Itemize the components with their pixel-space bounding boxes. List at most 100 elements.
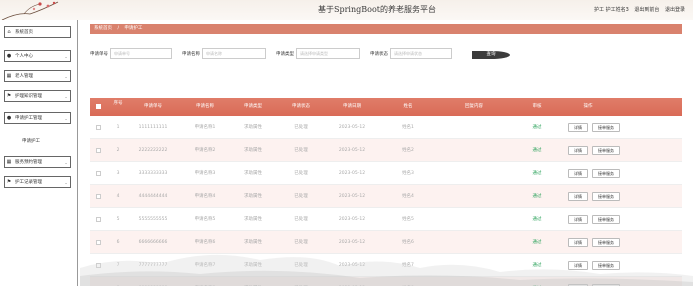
row-checkbox[interactable]: [96, 240, 101, 245]
cell-reply: [438, 277, 510, 286]
select-all-checkbox[interactable]: [96, 104, 101, 109]
cell-person: 姓名3: [402, 171, 414, 176]
breadcrumb-home[interactable]: 系统首页: [94, 26, 112, 31]
column-header-reply[interactable]: 回复内容: [438, 98, 510, 116]
cell-name: 申请名称4: [194, 194, 216, 199]
detail-button[interactable]: 详情: [568, 146, 588, 155]
search-input-code[interactable]: 申请单号: [110, 48, 172, 59]
home-icon: ⌂: [7, 29, 11, 35]
breadcrumb-separator: /: [117, 26, 119, 31]
search-button[interactable]: 查询: [472, 51, 510, 59]
column-header-name[interactable]: 申请名称: [182, 98, 228, 116]
flag-icon: ⚑: [6, 179, 12, 185]
cell-type: 求助属性: [244, 125, 262, 130]
accept-service-button[interactable]: 接单服务: [592, 146, 620, 155]
exit-to-front-link[interactable]: 退出到前台: [634, 7, 659, 13]
person-icon: ●: [6, 115, 12, 121]
sidebar-item-3[interactable]: ▦ 老人管理 ⌄: [4, 70, 71, 82]
column-header-type[interactable]: 申请类型: [230, 98, 276, 116]
cell-no: 5: [116, 217, 120, 222]
sidebar-item-4[interactable]: ⚑ 护理知识管理 ⌄: [4, 90, 71, 102]
table-row[interactable]: 5 5555555555 申请名称5 求助属性 已处理 2023-05-12 姓名5 通过 详情…: [90, 208, 682, 231]
cell-no: 1: [116, 125, 120, 130]
cell-audit: 通过: [532, 171, 542, 176]
cell-no: 4: [116, 194, 120, 199]
detail-button[interactable]: 详情: [568, 215, 588, 224]
cell-date: 2023-05-12: [338, 263, 366, 268]
sidebar-item-5[interactable]: ● 申请护工管理 ⌄: [4, 112, 71, 124]
accept-service-button[interactable]: 接单服务: [592, 238, 620, 247]
table-row[interactable]: 1 1111111111 申请名称1 求助属性 已处理 2023-05-12 姓名1 通过 详情…: [90, 116, 682, 139]
row-checkbox[interactable]: [96, 148, 101, 153]
accept-service-button[interactable]: 接单服务: [592, 169, 620, 178]
column-header-person[interactable]: 姓名: [380, 98, 436, 116]
row-checkbox[interactable]: [96, 125, 101, 130]
cell-no: 2: [116, 148, 120, 153]
cell-no: 7: [116, 263, 120, 268]
accept-service-button[interactable]: 接单服务: [592, 123, 620, 132]
sidebar-item-2[interactable]: ● 个人中心 ⌄: [4, 50, 71, 62]
sidebar-item-7[interactable]: ⚑ 护工记录管理 ⌄: [4, 176, 71, 188]
sidebar-item-label: 老人管理: [15, 74, 33, 79]
table-row[interactable]: 7 7777777777 申请名称7 求助属性 已处理 2023-05-12 姓名7 通过 详情…: [90, 254, 682, 277]
sidebar: ⌂ 系统首页 ● 个人中心 ⌄ ▦ 老人管理 ⌄ ⚑ 护理知识管理 ⌄ ● 申请护工管理 ⌄ ▦ 服务预约管理…: [0, 20, 78, 286]
cell-date: 2023-05-12: [338, 125, 366, 130]
cell-name: 申请名称2: [194, 148, 216, 153]
table-row[interactable]: 6 6666666666 申请名称6 求助属性 已处理 2023-05-12 姓名6 通过 详情…: [90, 231, 682, 254]
cell-state: 已处理: [278, 277, 324, 286]
cell-name: 申请名称7: [194, 263, 216, 268]
table-row[interactable]: 4 4444444444 申请名称4 求助属性 已处理 2023-05-12 姓名4 通过 详情…: [90, 185, 682, 208]
chevron-down-icon: ⌄: [64, 115, 68, 121]
grid-icon: ▦: [6, 73, 12, 79]
accept-service-button[interactable]: 接单服务: [592, 215, 620, 224]
table-row[interactable]: 2 2222222222 申请名称2 求助属性 已处理 2023-05-12 姓名2 通过 详情…: [90, 139, 682, 162]
search-select-state[interactable]: 请选择申请状态: [390, 48, 452, 59]
row-checkbox[interactable]: [96, 194, 101, 199]
column-header-state[interactable]: 申请状态: [278, 98, 324, 116]
search-input-name[interactable]: 申请名称: [202, 48, 266, 59]
chevron-down-icon: ⌄: [64, 53, 68, 59]
row-checkbox[interactable]: [96, 263, 101, 268]
detail-button[interactable]: 详情: [568, 123, 588, 132]
cell-audit: 通过: [532, 125, 542, 130]
cell-person: 姓名5: [402, 217, 414, 222]
chevron-down-icon: ⌄: [64, 93, 68, 99]
person-icon: ●: [6, 53, 12, 59]
cell-audit: 通过: [532, 217, 542, 222]
search-label-state: 申请状态: [370, 51, 388, 57]
search-select-type[interactable]: 请选择申请类型: [296, 48, 360, 59]
sidebar-subitem-apply-caregiver[interactable]: 申请护工: [22, 138, 40, 144]
sidebar-item-1[interactable]: ⌂ 系统首页: [4, 26, 71, 38]
column-header-code[interactable]: 申请单号: [126, 98, 180, 116]
chevron-down-icon: ⌄: [64, 73, 68, 79]
sidebar-item-label: 个人中心: [15, 54, 33, 59]
column-header-audit[interactable]: 审核: [514, 98, 560, 116]
cell-name: 申请名称6: [194, 240, 216, 245]
column-header-no[interactable]: 序号: [112, 98, 124, 116]
table-row[interactable]: 3 3333333333 申请名称3 求助属性 已处理 2023-05-12 姓名3 通过 详情…: [90, 162, 682, 185]
cell-person: 姓名4: [402, 194, 414, 199]
cell-type: 求助属性: [244, 217, 262, 222]
cell-type: 求助属性: [244, 263, 262, 268]
detail-button[interactable]: 详情: [568, 192, 588, 201]
detail-button[interactable]: 详情: [568, 169, 588, 178]
cell-name: 申请名称1: [194, 125, 216, 130]
sidebar-item-6[interactable]: ▦ 服务预约管理 ⌄: [4, 156, 71, 168]
sidebar-item-label: 护理知识管理: [15, 94, 42, 99]
table-row[interactable]: 88888888888申请名称8求助属性已处理2023-05-12姓名8通过详情…: [90, 277, 682, 286]
detail-button[interactable]: 详情: [568, 238, 588, 247]
row-checkbox[interactable]: [96, 171, 101, 176]
cell-state: 已处理: [294, 125, 308, 130]
search-field-code: 申请单号 申请单号: [90, 48, 172, 59]
accept-service-button[interactable]: 接单服务: [592, 192, 620, 201]
header-links: 护工 护工姓名3 退出到前台 退出登录: [590, 6, 685, 13]
row-checkbox[interactable]: [96, 217, 101, 222]
column-header-date[interactable]: 申请日期: [326, 98, 378, 116]
cell-date: 2023-05-12: [338, 217, 366, 222]
column-header-actions: 操作: [583, 104, 593, 109]
accept-service-button[interactable]: 接单服务: [592, 261, 620, 270]
chevron-down-icon: ⌄: [64, 159, 68, 165]
logout-link[interactable]: 退出登录: [665, 7, 685, 13]
detail-button[interactable]: 详情: [568, 261, 588, 270]
plum-blossom-decoration: [1, 1, 59, 21]
